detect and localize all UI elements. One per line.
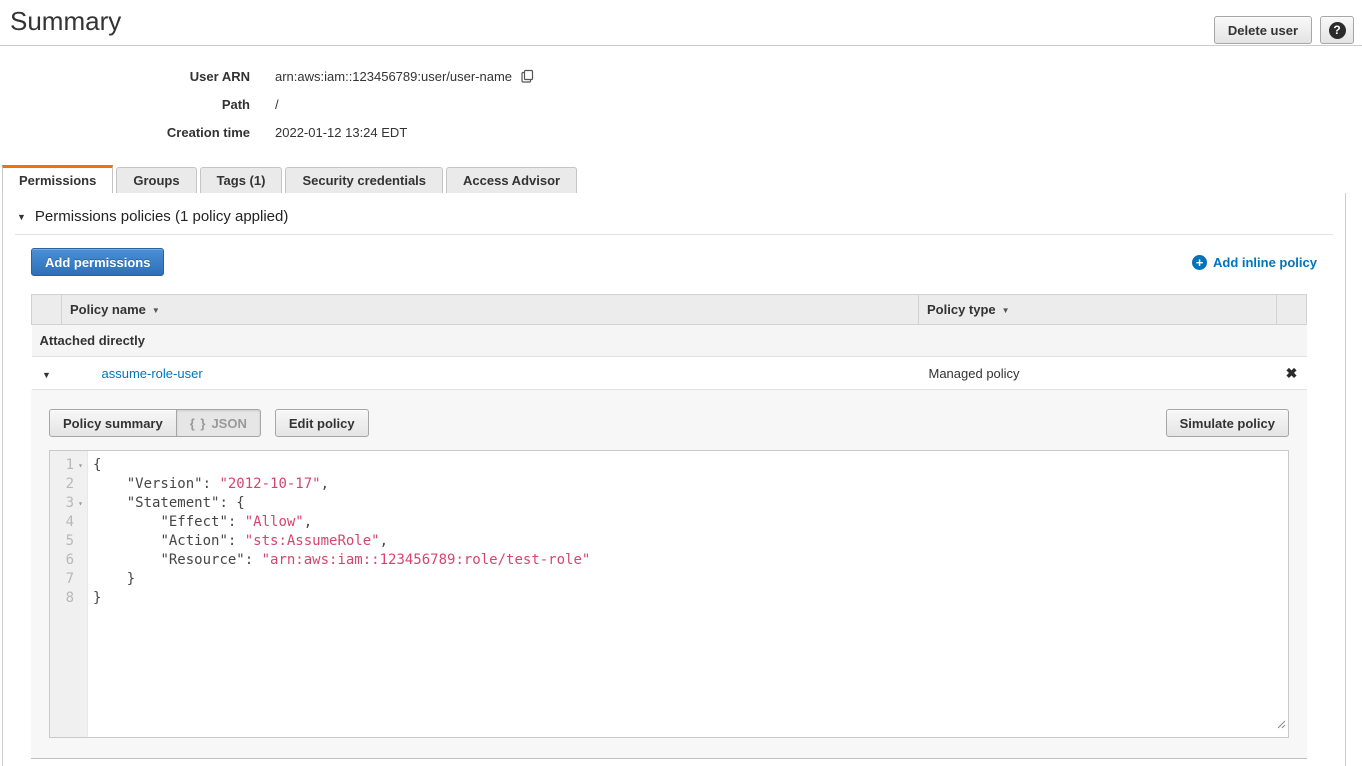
creation-time-value: 2022-01-12 13:24 EDT bbox=[275, 125, 407, 140]
resize-handle-icon[interactable] bbox=[1275, 716, 1286, 735]
policy-summary-button[interactable]: Policy summary bbox=[49, 409, 177, 437]
json-view-label: JSON bbox=[211, 416, 246, 431]
policies-table: Policy name ▼ Policy type ▼ Attached direc… bbox=[31, 294, 1307, 390]
copy-icon[interactable] bbox=[520, 69, 535, 84]
policies-toolbar: Add permissions + Add inline policy bbox=[31, 248, 1317, 276]
add-permissions-button[interactable]: Add permissions bbox=[31, 248, 164, 276]
user-arn-value: arn:aws:iam::123456789:user/user-name bbox=[275, 69, 512, 84]
path-value: / bbox=[275, 97, 279, 112]
policy-type-column-header[interactable]: Policy type ▼ bbox=[919, 295, 1277, 325]
permissions-policies-section-title: Permissions policies (1 policy applied) bbox=[35, 208, 288, 225]
policy-name-header-label: Policy name bbox=[70, 302, 146, 317]
row-expand-caret-icon: ▼ bbox=[42, 370, 51, 380]
add-inline-policy-label: Add inline policy bbox=[1213, 255, 1317, 270]
section-divider bbox=[15, 234, 1333, 235]
section-collapse-caret-icon: ▼ bbox=[17, 212, 26, 222]
policy-row-expander[interactable]: ▼ bbox=[32, 357, 62, 390]
tab-strip: Permissions Groups Tags (1) Security cre… bbox=[2, 165, 1362, 193]
page-header: Summary Delete user ? bbox=[0, 0, 1362, 46]
policy-name-link[interactable]: assume-role-user bbox=[102, 366, 203, 381]
edit-policy-button[interactable]: Edit policy bbox=[275, 409, 369, 437]
user-arn-label: User ARN bbox=[0, 69, 250, 84]
header-actions: Delete user ? bbox=[1214, 16, 1354, 44]
policy-name-column-header[interactable]: Policy name ▼ bbox=[62, 295, 919, 325]
sort-arrow-icon: ▼ bbox=[1002, 306, 1010, 315]
editor-gutter: 1▾23▾45678 bbox=[50, 451, 88, 737]
help-button[interactable]: ? bbox=[1320, 16, 1354, 44]
delete-user-button[interactable]: Delete user bbox=[1214, 16, 1312, 44]
policy-type-header-label: Policy type bbox=[927, 302, 996, 317]
permissions-tab-panel: ▼ Permissions policies (1 policy applied… bbox=[2, 193, 1346, 766]
json-policy-editor[interactable]: 1▾23▾45678 { "Version": "2012-10-17", "S… bbox=[49, 450, 1289, 738]
editor-lines[interactable]: { "Version": "2012-10-17", "Statement": … bbox=[88, 451, 590, 737]
json-view-button[interactable]: { } JSON bbox=[176, 409, 261, 437]
permissions-policies-section-toggle[interactable]: ▼ Permissions policies (1 policy applied… bbox=[3, 193, 1345, 225]
user-arn-row: User ARN arn:aws:iam::123456789:user/use… bbox=[0, 62, 1362, 90]
attached-directly-group-row: Attached directly bbox=[32, 325, 1307, 357]
add-inline-policy-link[interactable]: + Add inline policy bbox=[1192, 255, 1317, 270]
path-row: Path / bbox=[0, 90, 1362, 118]
action-column-header bbox=[1277, 295, 1307, 325]
creation-time-row: Creation time 2022-01-12 13:24 EDT bbox=[0, 118, 1362, 146]
help-icon: ? bbox=[1329, 22, 1346, 39]
path-label: Path bbox=[0, 97, 250, 112]
tab-access-advisor[interactable]: Access Advisor bbox=[446, 167, 577, 193]
expander-column-header bbox=[32, 295, 62, 325]
plus-icon: + bbox=[1192, 255, 1207, 270]
simulate-policy-button[interactable]: Simulate policy bbox=[1166, 409, 1289, 437]
policy-type-value: Managed policy bbox=[919, 357, 1277, 390]
creation-time-label: Creation time bbox=[0, 125, 250, 140]
tab-tags[interactable]: Tags (1) bbox=[200, 167, 283, 193]
tab-permissions[interactable]: Permissions bbox=[2, 165, 113, 193]
page-title: Summary bbox=[10, 6, 121, 37]
policies-table-header-row: Policy name ▼ Policy type ▼ bbox=[32, 295, 1307, 325]
user-meta: User ARN arn:aws:iam::123456789:user/use… bbox=[0, 46, 1362, 150]
attached-directly-label: Attached directly bbox=[32, 325, 1307, 357]
remove-policy-icon[interactable]: ✖ bbox=[1286, 365, 1298, 381]
braces-icon: { } bbox=[190, 416, 207, 431]
policy-view-switcher: Policy summary { } JSON bbox=[49, 409, 261, 437]
sort-arrow-icon: ▼ bbox=[152, 306, 160, 315]
tab-security-credentials[interactable]: Security credentials bbox=[285, 167, 443, 193]
policy-detail-panel: Policy summary { } JSON Edit policy Simu… bbox=[31, 390, 1307, 759]
policy-detail-toolbar: Policy summary { } JSON Edit policy Simu… bbox=[49, 409, 1289, 437]
tab-groups[interactable]: Groups bbox=[116, 167, 196, 193]
table-row: ▼ assume-role-user Managed policy ✖ bbox=[32, 357, 1307, 390]
